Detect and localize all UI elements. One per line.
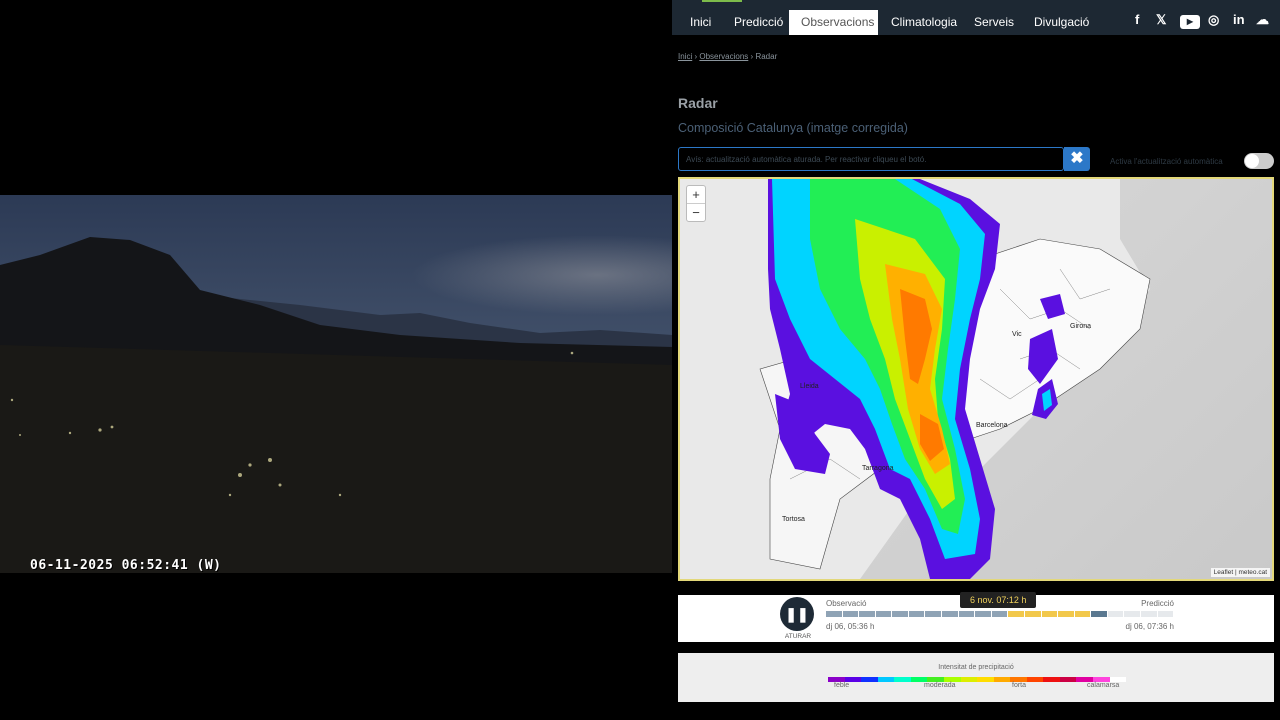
legend-color-swatch	[1043, 677, 1060, 682]
notice-text: Avís: actualització automàtica aturada. …	[686, 155, 927, 164]
nav-serveis[interactable]: Serveis	[962, 10, 1026, 35]
timeline-frame[interactable]	[1157, 611, 1174, 617]
nav-inici[interactable]: Inici	[678, 10, 723, 35]
place-label: Girona	[1070, 323, 1092, 330]
timeline-frame[interactable]	[1124, 611, 1140, 617]
timeline-frame[interactable]	[1008, 611, 1024, 617]
nav-climatologia[interactable]: Climatologia	[879, 10, 969, 35]
place-label: Barcelona	[976, 422, 1008, 429]
nav-observacions[interactable]: Observacions	[789, 10, 878, 35]
soundcloud-icon[interactable]: ☁	[1256, 12, 1269, 28]
zoom-in-button[interactable]: +	[687, 186, 705, 203]
close-icon[interactable]: ✖	[1064, 147, 1090, 171]
auto-update-toggle[interactable]	[1244, 153, 1274, 169]
place-label: Tortosa	[782, 516, 805, 523]
notice-box: Avís: actualització automàtica aturada. …	[678, 147, 1064, 171]
page-subtitle: Composició Catalunya (imatge corregida)	[678, 121, 908, 135]
timeline-frame[interactable]	[942, 611, 958, 617]
timeline-track[interactable]	[826, 611, 1174, 617]
timeline-frame[interactable]	[991, 611, 1008, 617]
zoom-out-button[interactable]: −	[687, 203, 705, 221]
pause-label: ATURAR	[784, 633, 812, 640]
timeline-start-time: dj 06, 05:36 h	[826, 622, 875, 631]
top-navigation: Inici Predicció Observacions Climatologi…	[672, 0, 1280, 35]
timeline-frame[interactable]	[892, 611, 908, 617]
breadcrumb: Inici › Observacions › Radar	[678, 52, 777, 61]
legend-color-swatch	[1026, 677, 1044, 682]
nav-prediccio[interactable]: Predicció	[722, 10, 795, 35]
x-icon[interactable]: 𝕏	[1156, 12, 1166, 28]
legend-color-swatch	[960, 677, 978, 682]
timeline-frame[interactable]	[1074, 611, 1091, 617]
legend-color-scale	[828, 677, 1127, 682]
timeline-frame[interactable]	[1107, 611, 1124, 617]
legend-label-calamarsa: calamarsa	[1087, 682, 1120, 689]
timeline-frame[interactable]	[908, 611, 925, 617]
breadcrumb-separator: ›	[750, 52, 754, 61]
timeline-frame[interactable]	[1041, 611, 1058, 617]
auto-update-label: Activa l'actualització automàtica	[1110, 157, 1223, 166]
timeline-frame[interactable]	[1140, 611, 1157, 617]
timeline-frame[interactable]	[925, 611, 942, 617]
timeline-end-time: dj 06, 07:36 h	[1125, 622, 1174, 631]
youtube-icon[interactable]: ▶	[1180, 15, 1200, 29]
prediction-label: Predicció	[1141, 599, 1174, 608]
legend-label-forta: forta	[1012, 682, 1027, 689]
radar-timeline: ❚❚ ATURAR Observació Predicció dj 06, 05…	[678, 592, 1274, 642]
timeline-frame[interactable]	[859, 611, 875, 617]
timeline-frame[interactable]	[975, 611, 991, 617]
timeline-frame[interactable]	[842, 611, 859, 617]
legend-label-moderada: moderada	[924, 682, 956, 689]
logo-accent	[702, 0, 742, 2]
pause-button[interactable]: ❚❚	[780, 597, 814, 631]
legend-color-swatch	[861, 677, 878, 682]
timeline-frame[interactable]	[1091, 611, 1107, 617]
place-label: Lleida	[800, 383, 819, 390]
legend-title: Intensitat de precipitació	[938, 664, 1014, 671]
breadcrumb-current: Radar	[755, 52, 778, 61]
current-time-tooltip: 6 nov. 07:12 h	[960, 592, 1037, 608]
legend-label-feble: feble	[834, 682, 850, 689]
legend-color-swatch	[877, 677, 895, 682]
breadcrumb-observacions[interactable]: Observacions	[699, 52, 748, 61]
legend-color-swatch	[993, 677, 1011, 682]
meteocat-page: Inici Predicció Observacions Climatologi…	[672, 0, 1280, 720]
timeline-frame[interactable]	[1024, 611, 1041, 617]
legend-color-swatch	[894, 677, 911, 682]
timeline-frame[interactable]	[1058, 611, 1074, 617]
instagram-icon[interactable]: ◎	[1208, 12, 1219, 28]
page-title: Radar	[678, 95, 718, 111]
breadcrumb-home[interactable]: Inici	[678, 52, 692, 61]
place-label: Vic	[1012, 331, 1022, 338]
nav-divulgacio[interactable]: Divulgació	[1022, 10, 1101, 35]
zoom-control: + −	[686, 185, 706, 222]
timeline-frame[interactable]	[826, 611, 842, 617]
place-label: Tarragona	[862, 465, 894, 472]
timeline-frame[interactable]	[958, 611, 975, 617]
legend-color-swatch	[1059, 677, 1077, 682]
map-attribution[interactable]: Leaflet | meteo.cat	[1210, 568, 1270, 577]
radar-map[interactable]: + − Lleida Vic Girona Barcelona Tarragon…	[678, 177, 1274, 581]
breadcrumb-separator: ›	[694, 52, 698, 61]
facebook-icon[interactable]: f	[1135, 12, 1139, 27]
precipitation-legend: Intensitat de precipitació feble moderad…	[678, 653, 1274, 702]
observation-label: Observació	[826, 599, 867, 608]
legend-color-swatch	[977, 677, 994, 682]
linkedin-icon[interactable]: in	[1233, 12, 1245, 27]
timeline-frame[interactable]	[875, 611, 892, 617]
webcam-timestamp: 06-11-2025 06:52:41 (W)	[30, 558, 222, 573]
webcam-image: 06-11-2025 06:52:41 (W)	[0, 195, 672, 573]
